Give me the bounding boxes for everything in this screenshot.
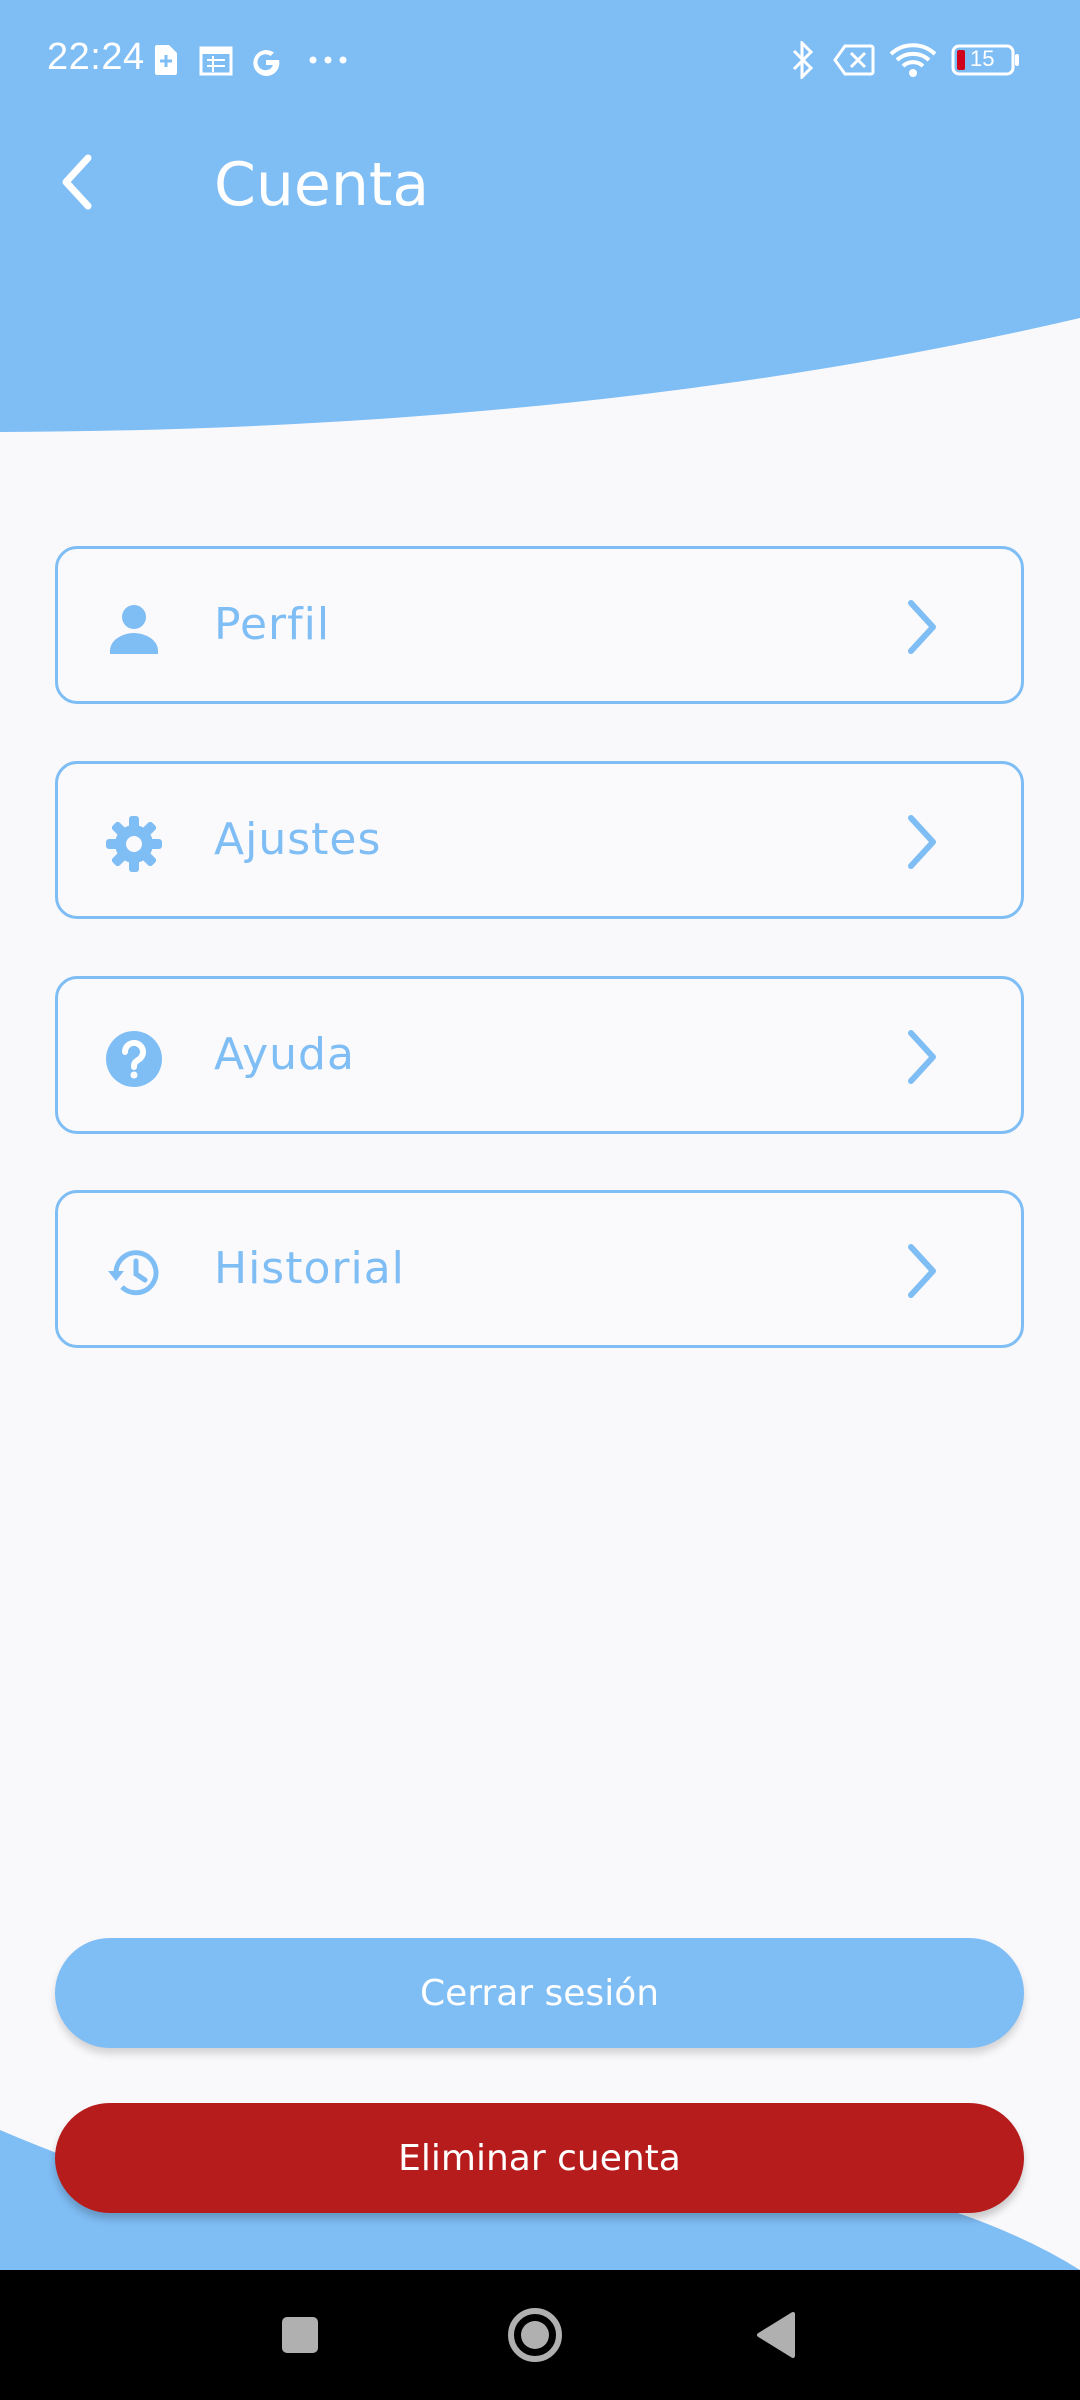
- page-title: Cuenta: [214, 150, 430, 220]
- recents-icon: [280, 2315, 320, 2360]
- chevron-right-icon: [903, 1027, 943, 1087]
- back-triangle-icon: [753, 2310, 797, 2365]
- menu-item-label: Ayuda: [214, 1029, 355, 1080]
- calendar-icon: [198, 40, 234, 80]
- home-icon: [505, 2305, 565, 2370]
- menu-item-label: Ajustes: [214, 814, 382, 865]
- status-bar: 22:24 15: [0, 0, 1080, 120]
- delete-account-button[interactable]: Eliminar cuenta: [55, 2103, 1024, 2213]
- chevron-right-icon: [903, 812, 943, 872]
- wifi-icon: [888, 40, 938, 80]
- bluetooth-icon: [788, 40, 818, 80]
- battery-icon: 15: [950, 40, 1022, 80]
- menu-item-ajustes[interactable]: Ajustes: [55, 761, 1024, 919]
- menu-item-label: Perfil: [214, 599, 331, 650]
- menu-item-historial[interactable]: Historial: [55, 1190, 1024, 1348]
- logout-button[interactable]: Cerrar sesión: [55, 1938, 1024, 2048]
- chevron-right-icon: [903, 1241, 943, 1301]
- menu-item-label: Historial: [214, 1243, 405, 1294]
- recents-button[interactable]: [265, 2302, 335, 2372]
- home-button[interactable]: [500, 2302, 570, 2372]
- menu-item-ayuda[interactable]: Ayuda: [55, 976, 1024, 1134]
- history-icon: [104, 1243, 164, 1303]
- more-dots-icon: [308, 40, 348, 80]
- nav-back-button[interactable]: [740, 2302, 810, 2372]
- person-icon: [104, 599, 164, 659]
- gear-icon: [104, 814, 164, 874]
- app-bar: Cuenta: [0, 120, 1080, 250]
- status-time: 22:24: [47, 36, 145, 78]
- no-signal-icon: [832, 40, 876, 80]
- back-arrow-icon: [56, 152, 96, 217]
- back-button[interactable]: [40, 148, 112, 220]
- sim-card-icon: [152, 40, 180, 80]
- google-icon: [248, 40, 284, 80]
- chevron-right-icon: [903, 597, 943, 657]
- battery-level: 15: [970, 46, 995, 71]
- menu-item-perfil[interactable]: Perfil: [55, 546, 1024, 704]
- help-icon: [104, 1029, 164, 1089]
- system-nav-bar: [0, 2270, 1080, 2400]
